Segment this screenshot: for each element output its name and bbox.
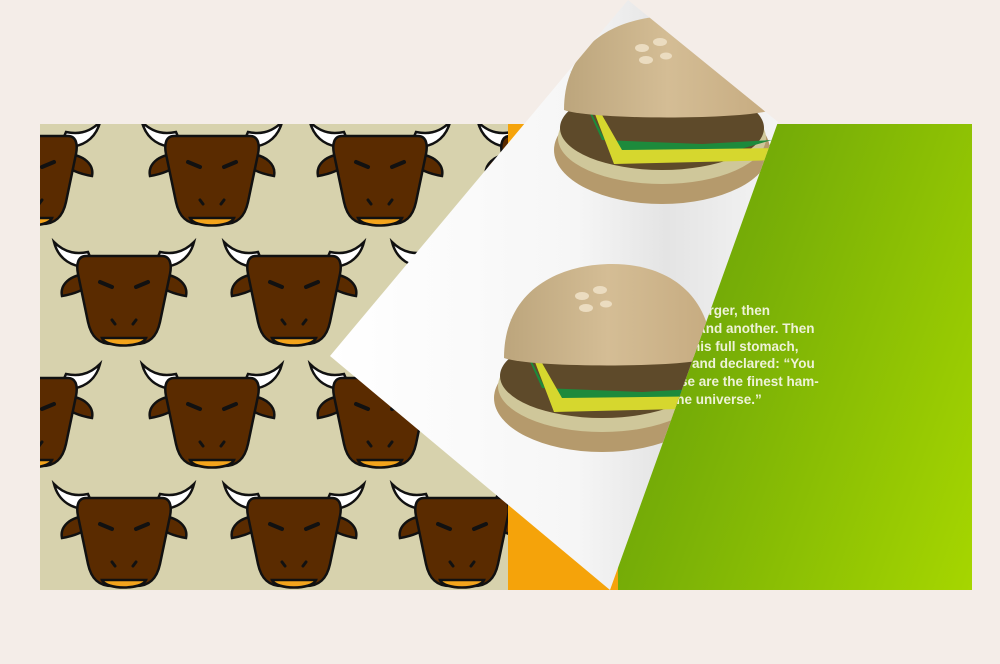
book-spread: ff his burger, then other. And another. …	[40, 124, 972, 590]
bull-pattern	[40, 124, 508, 590]
left-page	[40, 124, 508, 590]
story-text: ff his burger, then other. And another. …	[656, 303, 819, 407]
orange-page-edge	[508, 124, 618, 590]
